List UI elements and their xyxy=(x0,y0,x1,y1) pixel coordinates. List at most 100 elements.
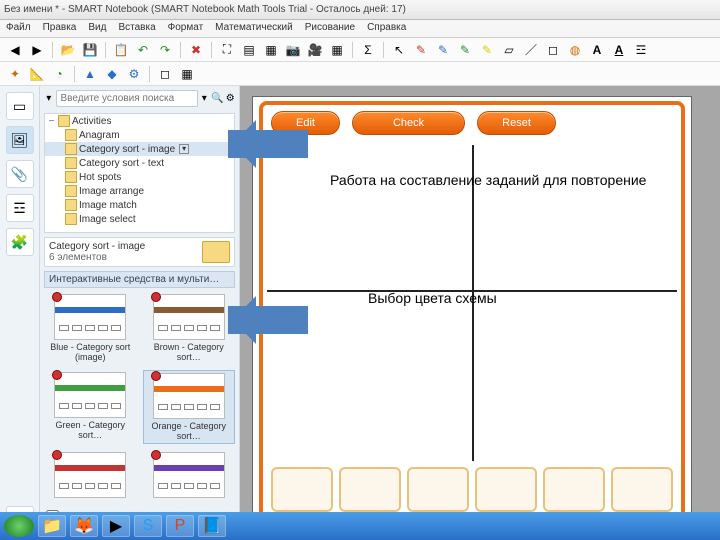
task-firefox-icon[interactable]: 🦊 xyxy=(70,515,98,537)
flash-badge-icon xyxy=(151,371,161,381)
highlighter-icon[interactable]: ✎ xyxy=(478,41,496,59)
tree-item[interactable]: Anagram xyxy=(45,128,234,142)
tree-item[interactable]: Category sort - text xyxy=(45,156,234,170)
tree-item[interactable]: Hot spots xyxy=(45,170,234,184)
nav-next-icon[interactable]: ▶ xyxy=(28,41,46,59)
menu-math[interactable]: Математический xyxy=(215,22,293,35)
task-skype-icon[interactable]: S xyxy=(134,515,162,537)
pen-blue-icon[interactable]: ✎ xyxy=(434,41,452,59)
ws-cell[interactable] xyxy=(543,467,605,512)
folder-icon xyxy=(65,185,77,197)
tab-gallery[interactable]: 🖼 xyxy=(6,126,34,154)
textcolor-icon[interactable]: A xyxy=(610,41,628,59)
tree-item[interactable]: Category sort - image▾ xyxy=(45,142,234,156)
fullscreen-icon[interactable]: ⛶ xyxy=(218,41,236,59)
dropdown-icon[interactable]: ▾ xyxy=(200,92,210,106)
gallery-thumb[interactable]: Green - Category sort… xyxy=(44,370,137,444)
menu-drawing[interactable]: Рисование xyxy=(305,22,355,35)
redo-icon[interactable]: ↷ xyxy=(156,41,174,59)
dropdown-icon[interactable]: ▾ xyxy=(179,144,189,154)
ws-cell[interactable] xyxy=(339,467,401,512)
collapse-icon[interactable]: − xyxy=(47,116,56,127)
ws-cell[interactable] xyxy=(407,467,469,512)
selection-band: Category sort - image 6 элементов xyxy=(44,237,235,267)
worksheet-widget[interactable]: Edit Check Reset xyxy=(259,101,685,540)
screenshade-icon[interactable]: ▤ xyxy=(240,41,258,59)
doccam-icon[interactable]: 🎥 xyxy=(306,41,324,59)
save-icon[interactable]: 💾 xyxy=(81,41,99,59)
menu-edit[interactable]: Правка xyxy=(43,22,77,35)
gallery-tree: − Activities AnagramCategory sort - imag… xyxy=(44,113,235,233)
select-icon[interactable]: ↖ xyxy=(390,41,408,59)
gallery-category-header[interactable]: Интерактивные средства и мульти… xyxy=(44,271,235,288)
table-icon[interactable]: ▦ xyxy=(328,41,346,59)
tab-page-sorter[interactable]: ▭ xyxy=(6,92,34,120)
menu-insert[interactable]: Вставка xyxy=(118,22,155,35)
folder-icon xyxy=(58,115,70,127)
search-input[interactable] xyxy=(56,90,198,107)
mathshape2-icon[interactable]: ◆ xyxy=(103,65,121,83)
capture-icon[interactable]: 📷 xyxy=(284,41,302,59)
tab-attachments[interactable]: 📎 xyxy=(6,160,34,188)
tree-item-label: Hot spots xyxy=(79,172,121,183)
menu-help[interactable]: Справка xyxy=(367,22,406,35)
search-settings-icon[interactable]: ⚙ xyxy=(225,92,235,106)
tree-item[interactable]: Image select xyxy=(45,212,234,226)
ws-cell[interactable] xyxy=(611,467,673,512)
tab-properties[interactable]: ☲ xyxy=(6,194,34,222)
chevron-down-icon[interactable]: ▾ xyxy=(44,92,54,106)
gallery-thumb[interactable] xyxy=(143,450,236,502)
tree-item-label: Image arrange xyxy=(79,186,144,197)
dualpage-icon[interactable]: ▦ xyxy=(262,41,280,59)
gallery-thumb[interactable]: Orange - Category sort… xyxy=(143,370,236,444)
protractor-icon[interactable]: ◔ xyxy=(50,65,68,83)
graph-icon[interactable]: ▦ xyxy=(178,65,196,83)
line-icon[interactable]: ／ xyxy=(522,41,540,59)
undo-icon[interactable]: ↶ xyxy=(134,41,152,59)
irregular-icon[interactable]: ◻ xyxy=(156,65,174,83)
tree-item[interactable]: Image match xyxy=(45,198,234,212)
selection-subtitle: 6 элементов xyxy=(49,252,145,263)
paste-icon[interactable]: 📋 xyxy=(112,41,130,59)
thumb-label: Blue - Category sort (image) xyxy=(46,342,135,362)
task-smart-icon[interactable]: 📘 xyxy=(198,515,226,537)
ws-reset-button[interactable]: Reset xyxy=(477,111,556,135)
tree-root[interactable]: − Activities xyxy=(45,114,234,128)
ws-cell[interactable] xyxy=(475,467,537,512)
tab-addons[interactable]: 🧩 xyxy=(6,228,34,256)
start-button[interactable] xyxy=(4,515,34,537)
sigma-icon[interactable]: Σ xyxy=(359,41,377,59)
menu-file[interactable]: Файл xyxy=(6,22,31,35)
open-icon[interactable]: 📂 xyxy=(59,41,77,59)
mathtool-icon[interactable]: ⚙ xyxy=(125,65,143,83)
delete-icon[interactable]: ✖ xyxy=(187,41,205,59)
fill-icon[interactable]: ◍ xyxy=(566,41,584,59)
page[interactable]: Edit Check Reset xyxy=(252,96,692,540)
eraser-icon[interactable]: ▱ xyxy=(500,41,518,59)
gallery-thumb[interactable]: Blue - Category sort (image) xyxy=(44,292,137,364)
gallery-thumb[interactable] xyxy=(44,450,137,502)
ruler-icon[interactable]: 📐 xyxy=(28,65,46,83)
zoom-icon[interactable]: ✦ xyxy=(6,65,24,83)
tree-item-label: Anagram xyxy=(79,130,120,141)
tree-item[interactable]: Image arrange xyxy=(45,184,234,198)
menu-view[interactable]: Вид xyxy=(88,22,106,35)
ws-cell[interactable] xyxy=(271,467,333,512)
shape-icon[interactable]: ◻ xyxy=(544,41,562,59)
text-icon[interactable]: A xyxy=(588,41,606,59)
mathshape-icon[interactable]: ▲ xyxy=(81,65,99,83)
task-media-icon[interactable]: ▶ xyxy=(102,515,130,537)
menu-format[interactable]: Формат xyxy=(168,22,204,35)
pen-green-icon[interactable]: ✎ xyxy=(456,41,474,59)
pen-red-icon[interactable]: ✎ xyxy=(412,41,430,59)
task-explorer-icon[interactable]: 📁 xyxy=(38,515,66,537)
props-icon[interactable]: ☲ xyxy=(632,41,650,59)
flash-badge-icon xyxy=(52,292,62,302)
flash-badge-icon xyxy=(151,292,161,302)
ws-check-button[interactable]: Check xyxy=(352,111,465,135)
search-go-icon[interactable]: 🔍 xyxy=(211,92,223,106)
nav-prev-icon[interactable]: ◀ xyxy=(6,41,24,59)
task-powerpoint-icon[interactable]: P xyxy=(166,515,194,537)
folder-icon xyxy=(65,199,77,211)
window-title: Без имени * - SMART Notebook (SMART Note… xyxy=(4,4,406,15)
